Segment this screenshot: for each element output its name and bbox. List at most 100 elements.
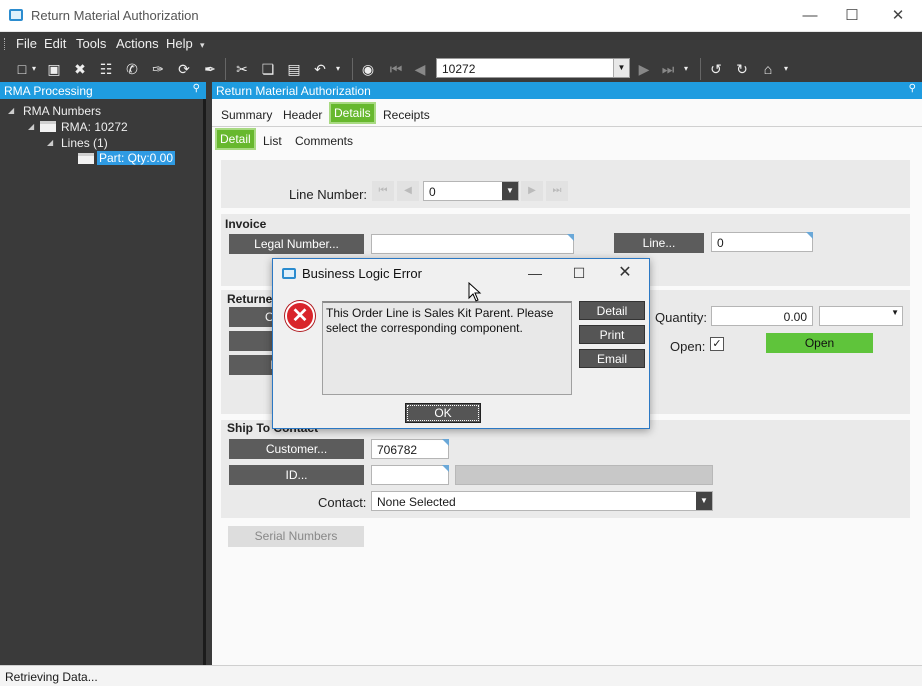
chevron-down-icon[interactable]: ▼: [891, 308, 899, 317]
next-record-icon[interactable]: ▶: [634, 60, 654, 78]
undo-dropdown-icon[interactable]: ▾: [332, 60, 344, 78]
tree-root[interactable]: RMA Numbers: [23, 104, 101, 118]
chevron-down-icon[interactable]: ▼: [613, 59, 629, 77]
expand-icon[interactable]: ◢: [8, 106, 14, 115]
subtab-list[interactable]: List: [263, 134, 282, 148]
title-bar: Return Material Authorization — ☐ ✕: [0, 0, 922, 32]
menu-tools[interactable]: Tools: [76, 36, 106, 51]
expand-icon[interactable]: ◢: [28, 122, 34, 131]
menu-actions[interactable]: Actions: [116, 36, 159, 51]
toolbar-separator: [225, 58, 226, 80]
first-line-icon[interactable]: ⏮: [372, 181, 394, 201]
rma-number-value: 10272: [442, 62, 476, 76]
menu-overflow-icon[interactable]: ▾: [200, 40, 205, 51]
id-input[interactable]: [371, 465, 449, 485]
contact-combo[interactable]: None Selected ▼: [371, 491, 713, 511]
cut-icon[interactable]: ✂: [232, 60, 252, 78]
folder-icon: [40, 121, 56, 132]
dialog-app-icon: [282, 268, 296, 279]
line-number-combo[interactable]: 0 ▼: [423, 181, 519, 201]
subtab-comments[interactable]: Comments: [295, 134, 353, 148]
tab-divider: [212, 126, 922, 127]
search-icon[interactable]: ◉: [358, 60, 378, 78]
serial-numbers-button[interactable]: Serial Numbers: [228, 526, 364, 547]
status-text: Retrieving Data...: [5, 670, 98, 684]
first-record-icon[interactable]: ⏮: [386, 60, 406, 78]
rma-number-combo[interactable]: 10272 ▼: [436, 58, 630, 78]
tab-header[interactable]: Header: [283, 108, 322, 122]
dialog-maximize-icon[interactable]: ☐: [561, 263, 597, 283]
line-button[interactable]: Line...: [614, 233, 704, 253]
line-number-label: Line Number:: [289, 187, 368, 202]
expand-icon[interactable]: ◢: [47, 138, 53, 147]
error-message: This Order Line is Sales Kit Parent. Ple…: [322, 301, 572, 395]
chevron-down-icon[interactable]: ▼: [502, 182, 518, 200]
clear-icon[interactable]: ✒: [200, 60, 220, 78]
chevron-down-icon[interactable]: ▼: [696, 492, 712, 510]
menu-file[interactable]: File: [16, 36, 37, 51]
id-button[interactable]: ID...: [229, 465, 364, 485]
line-number-value: 0: [429, 185, 436, 199]
last-line-icon[interactable]: ⏭: [546, 181, 568, 201]
refresh-icon[interactable]: ⟳: [174, 60, 194, 78]
left-panel-header: RMA Processing ⚲: [0, 82, 206, 99]
tree-rma[interactable]: RMA: 10272: [61, 120, 128, 134]
ok-button[interactable]: OK: [405, 403, 481, 423]
paste-icon[interactable]: ▤: [284, 60, 304, 78]
dialog-close-icon[interactable]: ✕: [607, 263, 643, 283]
home-icon[interactable]: ⌂: [758, 60, 778, 78]
legal-number-input[interactable]: [371, 234, 574, 254]
tree-part[interactable]: Part: Qty:0.00: [97, 151, 176, 165]
line-input[interactable]: 0: [711, 232, 813, 252]
tree-lines[interactable]: Lines (1): [61, 136, 108, 150]
email-button[interactable]: Email: [579, 349, 645, 368]
right-panel-header: Return Material Authorization ⚲: [212, 82, 922, 99]
subtab-detail[interactable]: Detail: [215, 128, 256, 150]
contact-value: None Selected: [377, 495, 456, 509]
menu-edit[interactable]: Edit: [44, 36, 66, 51]
customer-button[interactable]: Customer...: [229, 439, 364, 459]
pin-icon[interactable]: ⚲: [193, 83, 200, 94]
undo-icon[interactable]: ↶: [310, 60, 330, 78]
menu-help[interactable]: Help: [166, 36, 193, 51]
minimize-icon[interactable]: —: [788, 4, 832, 28]
tab-receipts[interactable]: Receipts: [383, 108, 430, 122]
next-line-icon[interactable]: ▶: [521, 181, 543, 201]
maximize-icon[interactable]: ☐: [830, 4, 874, 28]
print-button[interactable]: Print: [579, 325, 645, 344]
delete-icon[interactable]: ✖: [70, 60, 90, 78]
folder-icon: [78, 153, 94, 164]
prev-line-icon[interactable]: ◀: [397, 181, 419, 201]
open-label: Open:: [670, 339, 706, 354]
customer-input[interactable]: 706782: [371, 439, 449, 459]
nav-dropdown-icon[interactable]: ▾: [680, 60, 692, 78]
close-icon[interactable]: ✕: [876, 4, 920, 28]
tab-details[interactable]: Details: [329, 102, 376, 124]
right-panel-title: Return Material Authorization: [216, 84, 371, 98]
error-dialog: Business Logic Error — ☐ ✕ ✕ This Order …: [272, 258, 650, 429]
back-icon[interactable]: ↺: [706, 60, 726, 78]
toolbar-separator: [352, 58, 353, 80]
save-icon[interactable]: ▣: [44, 60, 64, 78]
more-dropdown-icon[interactable]: ▾: [780, 60, 792, 78]
pin-icon[interactable]: ⚲: [909, 83, 916, 94]
phone-icon[interactable]: ✆: [122, 60, 142, 78]
mouse-cursor-icon: [468, 282, 482, 302]
previous-record-icon[interactable]: ◀: [410, 60, 430, 78]
quantity-input[interactable]: 0.00: [711, 306, 813, 326]
copy-icon[interactable]: ❏: [258, 60, 278, 78]
forward-icon[interactable]: ↻: [732, 60, 752, 78]
detail-button[interactable]: Detail: [579, 301, 645, 320]
last-record-icon[interactable]: ⏭: [658, 60, 678, 78]
book-icon[interactable]: ☷: [96, 60, 116, 78]
attach-icon[interactable]: ✑: [148, 60, 168, 78]
id-description-field: [455, 465, 713, 485]
left-panel: [0, 99, 206, 665]
new-dropdown-icon[interactable]: ▾: [28, 60, 40, 78]
invoice-title: Invoice: [225, 217, 267, 231]
dialog-minimize-icon[interactable]: —: [517, 263, 553, 283]
uom-combo[interactable]: ▼: [819, 306, 903, 326]
open-checkbox[interactable]: ✓: [710, 337, 724, 351]
legal-number-button[interactable]: Legal Number...: [229, 234, 364, 254]
tab-summary[interactable]: Summary: [221, 108, 272, 122]
